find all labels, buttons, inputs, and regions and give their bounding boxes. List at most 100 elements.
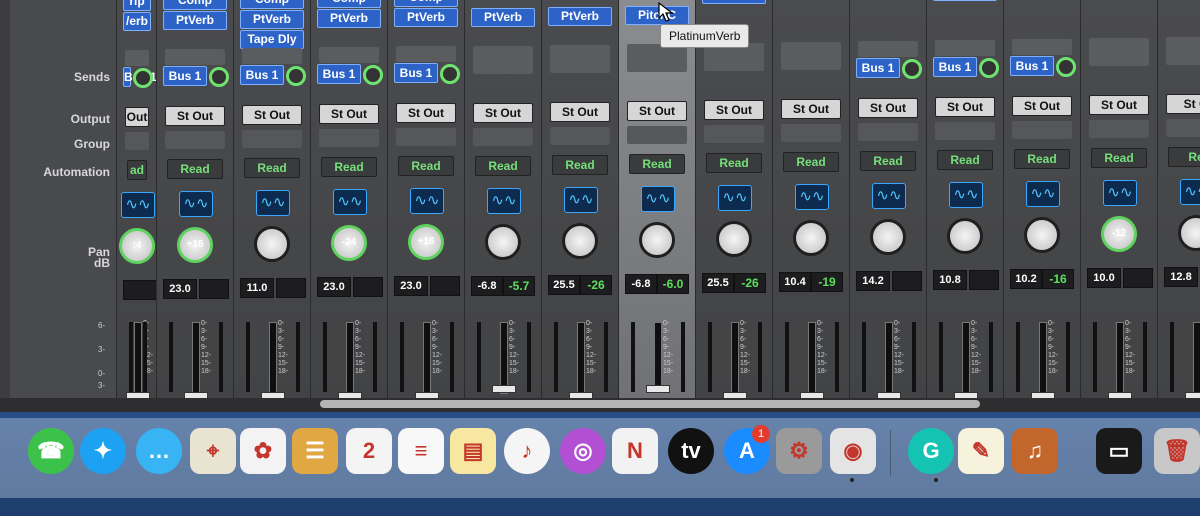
- appletv-icon[interactable]: tv: [668, 428, 714, 474]
- system-preferences-icon[interactable]: ⚙: [776, 428, 822, 474]
- empty-insert-slot[interactable]: [1012, 39, 1072, 55]
- plugin-slot[interactable]: PtVerb: [163, 11, 227, 30]
- empty-send-slot[interactable]: [627, 56, 687, 72]
- group-slot[interactable]: [242, 130, 302, 148]
- plugin-slot[interactable]: PtVerb: [471, 8, 535, 27]
- group-slot[interactable]: [781, 124, 841, 142]
- send-level-knob[interactable]: [902, 59, 922, 79]
- waveform-icon[interactable]: ∿∿: [1026, 181, 1060, 207]
- send-bus-button[interactable]: Bus 1: [394, 63, 438, 83]
- empty-insert-slot[interactable]: [165, 49, 225, 65]
- waveform-icon[interactable]: ∿∿: [949, 182, 983, 208]
- automation-mode-button[interactable]: Read: [629, 154, 685, 174]
- plugin-slot[interactable]: /erb: [123, 12, 151, 31]
- empty-insert-slot[interactable]: [319, 47, 379, 63]
- channel-strip[interactable]: Tape Dly Bus 1 St Out Read ∿∿ 10.8 0-3-6-9-12-…: [926, 0, 1003, 400]
- send-bus-button[interactable]: Bus 1: [933, 57, 977, 77]
- output-button[interactable]: St Out: [1089, 95, 1149, 115]
- empty-insert-slot[interactable]: [125, 50, 149, 66]
- plugin-slot[interactable]: rip: [123, 0, 151, 11]
- empty-send-slot[interactable]: [473, 58, 533, 74]
- fader-track[interactable]: [962, 322, 970, 394]
- pan-knob[interactable]: [639, 222, 675, 258]
- group-slot[interactable]: [858, 123, 918, 141]
- send-level-knob[interactable]: [363, 65, 383, 85]
- fader-track[interactable]: [346, 322, 354, 394]
- pan-knob[interactable]: :4: [119, 228, 155, 264]
- output-button[interactable]: St Out: [396, 103, 456, 123]
- group-slot[interactable]: [550, 127, 610, 145]
- automation-mode-button[interactable]: Read: [706, 153, 762, 173]
- disk-utility-icon[interactable]: ◉: [830, 428, 876, 474]
- waveform-icon[interactable]: ∿∿: [718, 185, 752, 211]
- music-icon[interactable]: ♪: [504, 428, 550, 474]
- plugin-slot[interactable]: Comp: [163, 0, 227, 10]
- notes-icon[interactable]: ▤: [450, 428, 496, 474]
- grammarly-icon[interactable]: G: [908, 428, 954, 474]
- pan-knob[interactable]: -12: [1101, 216, 1137, 252]
- pan-knob[interactable]: [716, 221, 752, 257]
- pan-knob[interactable]: [793, 220, 829, 256]
- plugin-slot[interactable]: Tape Dly: [240, 30, 304, 49]
- pan-knob[interactable]: [947, 218, 983, 254]
- channel-strip[interactable]: CompPtVerb Bus 1 St Out Read ∿∿ +16 23.0 0-3-6-…: [387, 0, 464, 400]
- channel-strip[interactable]: Comp PtVerb Bus 1 St Out Read ∿∿ +18 23.0 0- 3- 6-…: [156, 0, 233, 400]
- horizontal-scrollbar[interactable]: [320, 400, 980, 408]
- waveform-icon[interactable]: ∿∿: [872, 183, 906, 209]
- terminal-icon[interactable]: ▭: [1096, 428, 1142, 474]
- group-slot[interactable]: [165, 131, 225, 149]
- fader-track[interactable]: [134, 322, 142, 394]
- channel-strip[interactable]: St ORe∿∿12.80-3-6-9-12-15-18-: [1157, 0, 1200, 400]
- output-button[interactable]: St Out: [550, 102, 610, 122]
- plugin-slot[interactable]: PtVerb: [702, 0, 766, 4]
- send-bus-button[interactable]: Bus 1: [163, 66, 207, 86]
- automation-mode-button[interactable]: Read: [1091, 148, 1147, 168]
- send-bus-button[interactable]: Bus 1: [240, 65, 284, 85]
- group-slot[interactable]: [1089, 120, 1149, 138]
- calendar-icon[interactable]: 2: [346, 428, 392, 474]
- plugin-slot[interactable]: Comp: [394, 0, 458, 7]
- output-button[interactable]: St Out: [1012, 96, 1072, 116]
- output-button[interactable]: St Out: [473, 103, 533, 123]
- send-bus-button[interactable]: Bus 1: [317, 64, 361, 84]
- waveform-icon[interactable]: ∿∿: [179, 191, 213, 217]
- send-bus-button[interactable]: Bus 1: [856, 58, 900, 78]
- pan-knob[interactable]: -24: [331, 225, 367, 261]
- empty-send-slot[interactable]: [1166, 49, 1200, 65]
- fader-track[interactable]: [808, 322, 816, 394]
- send-bus-button[interactable]: Bus 1: [1010, 56, 1054, 76]
- plugin-slot[interactable]: PtVerb: [394, 8, 458, 27]
- empty-send-slot[interactable]: [1089, 50, 1149, 66]
- plugin-slot[interactable]: PitchC: [625, 6, 689, 25]
- automation-mode-button[interactable]: Read: [244, 158, 300, 178]
- pan-knob[interactable]: [485, 224, 521, 260]
- empty-send-slot[interactable]: [781, 54, 841, 70]
- channel-strip[interactable]: CompPtVerb Bus 1 St Out Read ∿∿ -24 23.0 0-3-6-…: [310, 0, 387, 400]
- group-slot[interactable]: [1012, 121, 1072, 139]
- output-button[interactable]: St O: [1166, 94, 1200, 114]
- pan-knob[interactable]: [870, 219, 906, 255]
- output-button[interactable]: St Out: [935, 97, 995, 117]
- group-slot[interactable]: [473, 128, 533, 146]
- output-button[interactable]: Out: [125, 107, 149, 127]
- empty-insert-slot[interactable]: [396, 46, 456, 62]
- empty-insert-slot[interactable]: [858, 41, 918, 57]
- waveform-icon[interactable]: ∿∿: [1103, 180, 1137, 206]
- empty-insert-slot[interactable]: [935, 40, 995, 56]
- waveform-icon[interactable]: ∿∿: [487, 188, 521, 214]
- automation-mode-button[interactable]: Read: [552, 155, 608, 175]
- plugin-slot[interactable]: PtVerb: [548, 7, 612, 26]
- plugin-slot[interactable]: PtVerb: [240, 10, 304, 29]
- output-button[interactable]: St Out: [165, 106, 225, 126]
- send-bus-button[interactable]: Bus 1: [123, 67, 157, 87]
- pan-knob[interactable]: +16: [408, 224, 444, 260]
- group-slot[interactable]: [627, 126, 687, 144]
- automation-mode-button[interactable]: Read: [321, 157, 377, 177]
- waveform-icon[interactable]: ∿∿: [1180, 179, 1200, 205]
- channel-strip[interactable]: PtVerb St Out Read ∿∿ -6.8 -5.7 0- 3- 6- 9- 12- 15-…: [464, 0, 541, 400]
- fader-cap[interactable]: [492, 385, 516, 393]
- send-level-knob[interactable]: [979, 58, 999, 78]
- output-button[interactable]: St Out: [242, 105, 302, 125]
- fader-track[interactable]: [500, 322, 508, 394]
- automation-mode-button[interactable]: Read: [860, 151, 916, 171]
